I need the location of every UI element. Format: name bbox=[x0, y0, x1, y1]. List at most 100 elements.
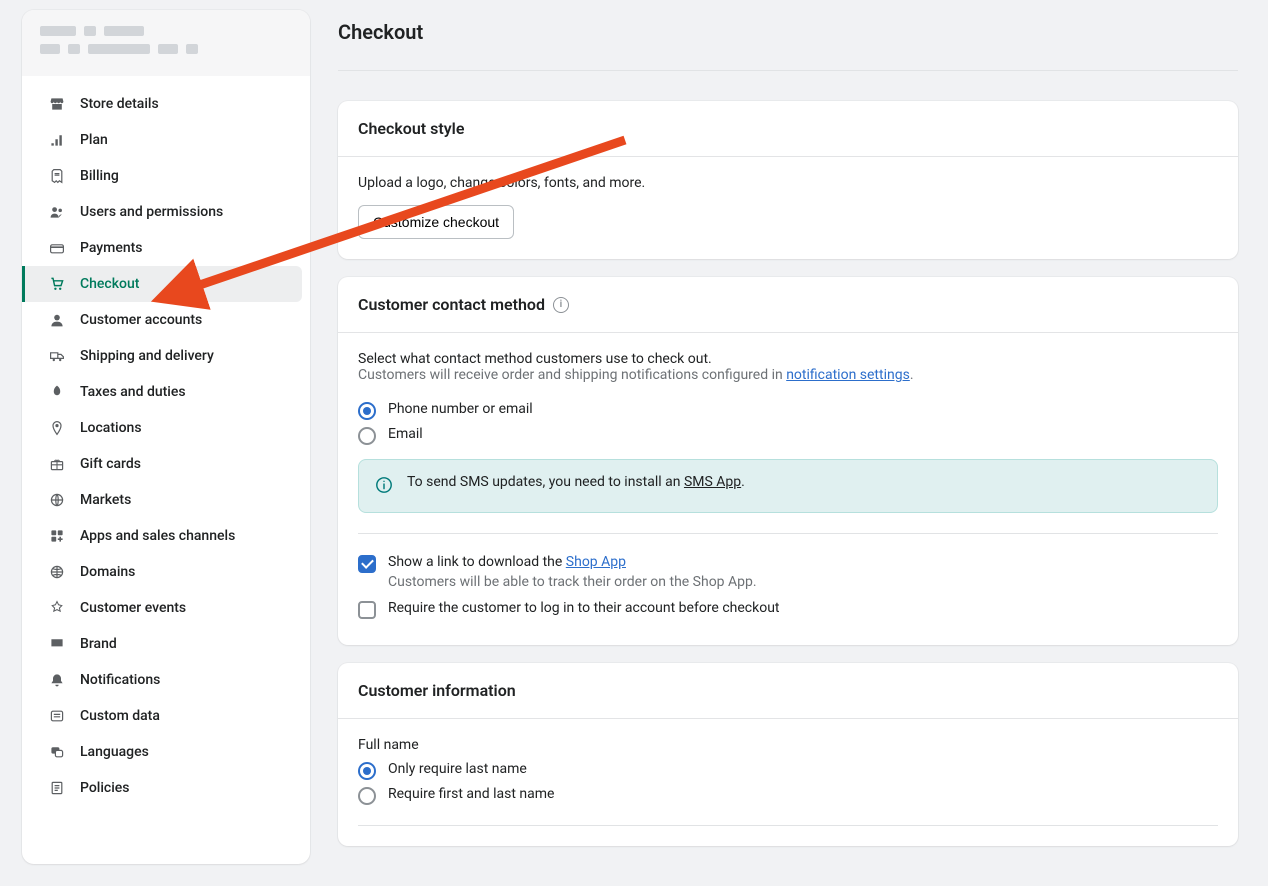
radio-label: Phone number or email bbox=[388, 401, 533, 417]
fullname-label: Full name bbox=[358, 737, 1218, 753]
sidebar-item-plan[interactable]: Plan bbox=[30, 122, 302, 158]
sidebar-item-gift-cards[interactable]: Gift cards bbox=[30, 446, 302, 482]
sidebar-item-label: Markets bbox=[80, 492, 131, 508]
languages-icon bbox=[48, 743, 66, 761]
sidebar-item-label: Brand bbox=[80, 636, 117, 652]
sidebar-item-label: Languages bbox=[80, 744, 149, 760]
sms-banner: To send SMS updates, you need to install… bbox=[358, 459, 1218, 513]
divider bbox=[358, 825, 1218, 826]
events-icon bbox=[48, 599, 66, 617]
sidebar-item-label: Shipping and delivery bbox=[80, 348, 214, 364]
sidebar-item-notifications[interactable]: Notifications bbox=[30, 662, 302, 698]
plan-icon bbox=[48, 131, 66, 149]
sms-app-link[interactable]: SMS App bbox=[684, 474, 741, 490]
checkbox-icon bbox=[358, 601, 376, 619]
sidebar-item-brand[interactable]: Brand bbox=[30, 626, 302, 662]
sidebar-item-markets[interactable]: Markets bbox=[30, 482, 302, 518]
brand-icon bbox=[48, 635, 66, 653]
sidebar-item-label: Checkout bbox=[80, 276, 139, 292]
checkbox-label: Show a link to download the Shop App bbox=[388, 554, 757, 570]
card-heading: Customer information bbox=[338, 663, 1238, 719]
sidebar-item-label: Gift cards bbox=[80, 456, 141, 472]
gift-icon bbox=[48, 455, 66, 473]
sidebar-item-label: Locations bbox=[80, 420, 142, 436]
store-icon bbox=[48, 95, 66, 113]
payments-icon bbox=[48, 239, 66, 257]
cart-icon bbox=[48, 275, 66, 293]
sidebar-item-apps[interactable]: Apps and sales channels bbox=[30, 518, 302, 554]
sidebar-item-store-details[interactable]: Store details bbox=[30, 86, 302, 122]
shop-app-link[interactable]: Shop App bbox=[566, 554, 626, 570]
sidebar-item-label: Billing bbox=[80, 168, 119, 184]
sidebar-item-label: Taxes and duties bbox=[80, 384, 186, 400]
contact-intro-2: Customers will receive order and shippin… bbox=[358, 367, 1218, 383]
radio-label: Require first and last name bbox=[388, 786, 554, 802]
sidebar-item-label: Policies bbox=[80, 780, 130, 796]
radio-phone-or-email[interactable]: Phone number or email bbox=[358, 401, 1218, 420]
banner-text: To send SMS updates, you need to install… bbox=[407, 474, 745, 490]
billing-icon bbox=[48, 167, 66, 185]
checkbox-help: Customers will be able to track their or… bbox=[388, 574, 757, 590]
sidebar-item-users[interactable]: Users and permissions bbox=[30, 194, 302, 230]
sidebar-item-custom-data[interactable]: Custom data bbox=[30, 698, 302, 734]
sidebar-item-checkout[interactable]: Checkout bbox=[22, 266, 302, 302]
sidebar-item-payments[interactable]: Payments bbox=[30, 230, 302, 266]
sidebar-header bbox=[22, 10, 310, 76]
checkbox-shop-app[interactable]: Show a link to download the Shop App Cus… bbox=[358, 554, 1218, 590]
settings-sidebar: Store details Plan Billing Users and per… bbox=[22, 10, 310, 864]
sidebar-item-languages[interactable]: Languages bbox=[30, 734, 302, 770]
page-title: Checkout bbox=[338, 10, 1238, 71]
radio-label: Email bbox=[388, 426, 423, 442]
notification-settings-link[interactable]: notification settings bbox=[786, 367, 910, 383]
markets-icon bbox=[48, 491, 66, 509]
radio-icon bbox=[358, 762, 376, 780]
sidebar-item-taxes[interactable]: Taxes and duties bbox=[30, 374, 302, 410]
card-heading: Customer contact method bbox=[358, 295, 545, 314]
sidebar-item-label: Users and permissions bbox=[80, 204, 223, 220]
sidebar-item-domains[interactable]: Domains bbox=[30, 554, 302, 590]
sidebar-nav: Store details Plan Billing Users and per… bbox=[22, 76, 310, 816]
shipping-icon bbox=[48, 347, 66, 365]
sidebar-item-label: Plan bbox=[80, 132, 108, 148]
checkout-style-description: Upload a logo, change colors, fonts, and… bbox=[358, 175, 1218, 191]
users-icon bbox=[48, 203, 66, 221]
radio-icon bbox=[358, 402, 376, 420]
customdata-icon bbox=[48, 707, 66, 725]
contact-intro-1: Select what contact method customers use… bbox=[358, 351, 1218, 367]
card-customer-info: Customer information Full name Only requ… bbox=[338, 663, 1238, 846]
card-contact-method: Customer contact method i Select what co… bbox=[338, 277, 1238, 645]
domains-icon bbox=[48, 563, 66, 581]
sidebar-item-billing[interactable]: Billing bbox=[30, 158, 302, 194]
card-checkout-style: Checkout style Upload a logo, change col… bbox=[338, 101, 1238, 259]
apps-icon bbox=[48, 527, 66, 545]
checkbox-require-login[interactable]: Require the customer to log in to their … bbox=[358, 600, 1218, 619]
checkbox-icon bbox=[358, 555, 376, 573]
divider bbox=[358, 533, 1218, 534]
sidebar-item-label: Apps and sales channels bbox=[80, 528, 235, 544]
sidebar-item-label: Store details bbox=[80, 96, 159, 112]
radio-email[interactable]: Email bbox=[358, 426, 1218, 445]
radio-last-name-only[interactable]: Only require last name bbox=[358, 761, 1218, 780]
radio-icon bbox=[358, 427, 376, 445]
radio-first-and-last[interactable]: Require first and last name bbox=[358, 786, 1218, 805]
sidebar-item-label: Notifications bbox=[80, 672, 160, 688]
sidebar-item-label: Custom data bbox=[80, 708, 160, 724]
policies-icon bbox=[48, 779, 66, 797]
customer-icon bbox=[48, 311, 66, 329]
sidebar-item-label: Customer accounts bbox=[80, 312, 202, 328]
info-icon[interactable]: i bbox=[553, 297, 569, 313]
sidebar-item-policies[interactable]: Policies bbox=[30, 770, 302, 806]
radio-icon bbox=[358, 787, 376, 805]
taxes-icon bbox=[48, 383, 66, 401]
main-content: Checkout Checkout style Upload a logo, c… bbox=[338, 10, 1238, 864]
sidebar-item-customer-accounts[interactable]: Customer accounts bbox=[30, 302, 302, 338]
sidebar-item-customer-events[interactable]: Customer events bbox=[30, 590, 302, 626]
locations-icon bbox=[48, 419, 66, 437]
sidebar-item-shipping[interactable]: Shipping and delivery bbox=[30, 338, 302, 374]
card-heading: Checkout style bbox=[338, 101, 1238, 157]
sidebar-item-locations[interactable]: Locations bbox=[30, 410, 302, 446]
notifications-icon bbox=[48, 671, 66, 689]
customize-checkout-button[interactable]: Customize checkout bbox=[358, 205, 514, 239]
checkbox-label: Require the customer to log in to their … bbox=[388, 600, 780, 616]
sidebar-item-label: Customer events bbox=[80, 600, 186, 616]
